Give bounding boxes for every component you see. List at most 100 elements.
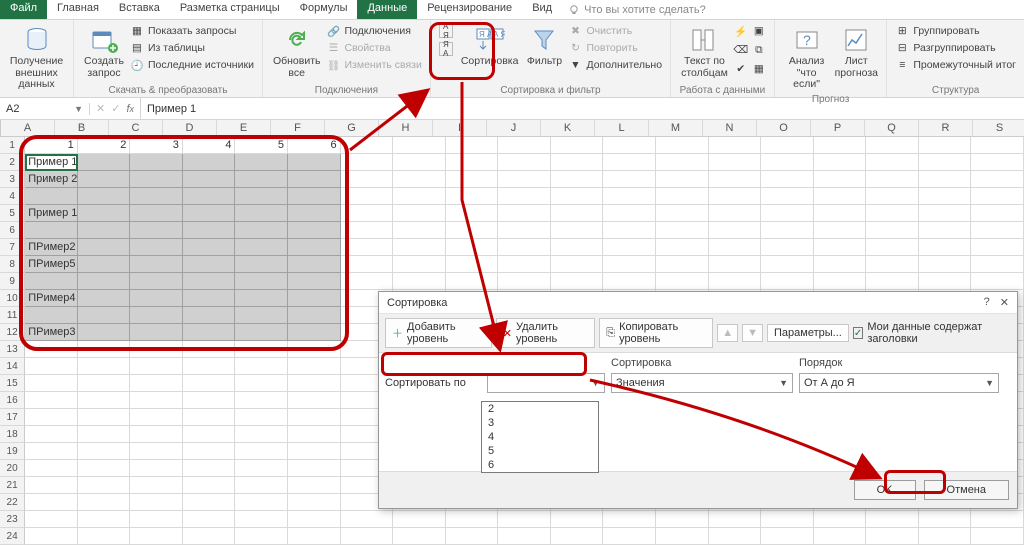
cell[interactable] bbox=[235, 171, 288, 188]
cell[interactable] bbox=[761, 256, 814, 273]
cell[interactable] bbox=[78, 205, 131, 222]
cell[interactable] bbox=[761, 528, 814, 545]
show-queries-button[interactable]: ▦Показать запросы bbox=[128, 23, 256, 39]
ungroup-button[interactable]: ⊟Разгруппировать bbox=[893, 40, 1018, 56]
cell[interactable] bbox=[446, 256, 499, 273]
cell[interactable] bbox=[498, 528, 551, 545]
cell[interactable] bbox=[919, 171, 972, 188]
cell[interactable] bbox=[130, 239, 183, 256]
column-header[interactable]: S bbox=[973, 120, 1024, 137]
cell[interactable] bbox=[603, 171, 656, 188]
cell[interactable] bbox=[656, 137, 709, 154]
column-dropdown-list[interactable]: 23456 bbox=[481, 401, 599, 473]
cell[interactable] bbox=[393, 239, 446, 256]
cell[interactable] bbox=[761, 154, 814, 171]
dropdown-option[interactable]: 3 bbox=[482, 416, 598, 430]
cell[interactable] bbox=[866, 239, 919, 256]
cell[interactable] bbox=[25, 307, 78, 324]
cell[interactable] bbox=[235, 154, 288, 171]
cell[interactable] bbox=[551, 222, 604, 239]
cell[interactable] bbox=[235, 188, 288, 205]
cell[interactable]: 4 bbox=[183, 137, 236, 154]
cell[interactable] bbox=[183, 494, 236, 511]
relationships-button[interactable]: ⧉ bbox=[750, 42, 768, 58]
cell[interactable] bbox=[235, 375, 288, 392]
cell[interactable] bbox=[235, 273, 288, 290]
cell[interactable] bbox=[78, 392, 131, 409]
cell[interactable] bbox=[866, 528, 919, 545]
cell[interactable] bbox=[130, 273, 183, 290]
cell[interactable] bbox=[341, 154, 394, 171]
cell[interactable] bbox=[183, 409, 236, 426]
row-header[interactable]: 3 bbox=[0, 171, 25, 188]
cell[interactable] bbox=[814, 188, 867, 205]
cell[interactable] bbox=[183, 205, 236, 222]
tab-home[interactable]: Главная bbox=[47, 0, 109, 19]
cell[interactable] bbox=[551, 239, 604, 256]
row-header[interactable]: 22 bbox=[0, 494, 25, 511]
cell[interactable] bbox=[971, 222, 1024, 239]
cell[interactable] bbox=[235, 307, 288, 324]
column-header[interactable]: R bbox=[919, 120, 973, 137]
dropdown-option[interactable]: 5 bbox=[482, 444, 598, 458]
cell[interactable] bbox=[761, 171, 814, 188]
cell[interactable] bbox=[393, 511, 446, 528]
cell[interactable] bbox=[78, 273, 131, 290]
column-header[interactable]: J bbox=[487, 120, 541, 137]
column-header[interactable]: H bbox=[379, 120, 433, 137]
cell[interactable] bbox=[288, 443, 341, 460]
cell[interactable] bbox=[183, 188, 236, 205]
cell[interactable] bbox=[814, 511, 867, 528]
cell[interactable] bbox=[971, 154, 1024, 171]
cell[interactable] bbox=[183, 222, 236, 239]
group-rows-button[interactable]: ⊞Группировать bbox=[893, 23, 1018, 39]
cell[interactable] bbox=[656, 273, 709, 290]
cell[interactable] bbox=[25, 426, 78, 443]
dropdown-option[interactable]: 4 bbox=[482, 430, 598, 444]
cell[interactable] bbox=[288, 222, 341, 239]
cell[interactable] bbox=[498, 511, 551, 528]
column-header[interactable]: G bbox=[325, 120, 379, 137]
cell[interactable] bbox=[709, 528, 762, 545]
cell[interactable] bbox=[341, 273, 394, 290]
cell[interactable] bbox=[919, 205, 972, 222]
row-header[interactable]: 2 bbox=[0, 154, 25, 171]
row-header[interactable]: 13 bbox=[0, 341, 25, 358]
row-header[interactable]: 12 bbox=[0, 324, 25, 341]
sort-button[interactable]: Я АА Я Сортировка bbox=[457, 23, 523, 70]
cell[interactable] bbox=[288, 341, 341, 358]
cell[interactable] bbox=[288, 154, 341, 171]
cell[interactable] bbox=[25, 188, 78, 205]
cell[interactable] bbox=[919, 222, 972, 239]
cell[interactable] bbox=[866, 273, 919, 290]
cell[interactable] bbox=[814, 239, 867, 256]
cell[interactable] bbox=[866, 188, 919, 205]
cell[interactable] bbox=[183, 341, 236, 358]
cell[interactable] bbox=[814, 528, 867, 545]
from-table-button[interactable]: ▤Из таблицы bbox=[128, 40, 256, 56]
cell[interactable] bbox=[183, 375, 236, 392]
cell[interactable] bbox=[78, 324, 131, 341]
row-header[interactable]: 7 bbox=[0, 239, 25, 256]
cell[interactable] bbox=[814, 256, 867, 273]
cell[interactable] bbox=[235, 256, 288, 273]
cell[interactable] bbox=[603, 205, 656, 222]
cell[interactable] bbox=[866, 171, 919, 188]
cell[interactable] bbox=[288, 409, 341, 426]
cell[interactable] bbox=[183, 358, 236, 375]
cell[interactable] bbox=[709, 205, 762, 222]
cell[interactable] bbox=[288, 460, 341, 477]
cell[interactable] bbox=[551, 188, 604, 205]
column-header[interactable]: Q bbox=[865, 120, 919, 137]
cell[interactable] bbox=[78, 239, 131, 256]
remove-dup-button[interactable]: ⌫ bbox=[732, 42, 750, 58]
cell[interactable] bbox=[288, 307, 341, 324]
cell[interactable] bbox=[130, 307, 183, 324]
filter-button[interactable]: Фильтр bbox=[522, 23, 566, 70]
dropdown-option[interactable]: 6 bbox=[482, 458, 598, 472]
cell[interactable] bbox=[130, 443, 183, 460]
cell[interactable] bbox=[183, 511, 236, 528]
get-external-data-button[interactable]: Получение внешних данных bbox=[6, 23, 67, 93]
column-header[interactable]: F bbox=[271, 120, 325, 137]
cell[interactable] bbox=[551, 256, 604, 273]
